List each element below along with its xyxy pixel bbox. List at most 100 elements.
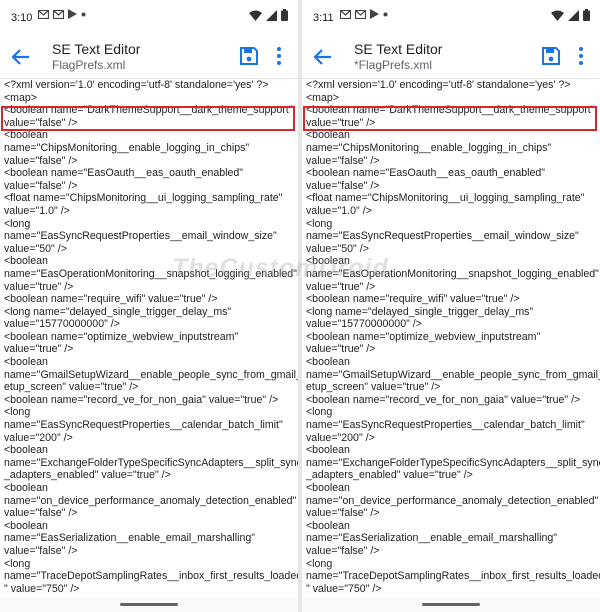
gesture-nav-bar — [302, 597, 600, 612]
signal-icon — [266, 9, 277, 21]
home-handle[interactable] — [422, 603, 480, 606]
xml-line: _adapters_enabled" value="true" /> — [4, 469, 171, 482]
xml-line: name="EasSerialization__enable_email_mar… — [306, 532, 558, 545]
xml-line: <long — [306, 217, 333, 230]
xml-line: name="ExchangeFolderTypeSpecificSyncAdap… — [306, 456, 600, 469]
xml-line: value="false" /> — [306, 154, 380, 167]
file-name: *FlagPrefs.xml — [354, 58, 433, 72]
xml-line: name="ChipsMonitoring__enable_logging_in… — [4, 141, 250, 154]
xml-line: value="false" /> — [306, 544, 380, 557]
dot-icon — [383, 12, 388, 16]
play-icon — [370, 9, 379, 19]
xml-line: <boolean name="require_wifi" value="true… — [4, 293, 218, 306]
xml-line: <boolean — [306, 129, 350, 142]
xml-line: <?xml version='1.0' encoding='utf-8' sta… — [306, 79, 571, 91]
screenshot-before: 3:10 SE Text Editor FlagPrefs.xml <?xml … — [0, 0, 298, 612]
xml-line: <boolean — [4, 482, 48, 494]
xml-line: <?xml version='1.0' encoding='utf-8' sta… — [4, 79, 269, 91]
status-bar: 3:10 — [0, 0, 298, 34]
xml-line: <long name="delayed_single_trigger_delay… — [4, 305, 232, 318]
xml-line: name="ExchangeFolderTypeSpecificSyncAdap… — [4, 456, 298, 469]
system-icons — [249, 9, 288, 21]
xml-line: value="false" /> — [4, 507, 78, 520]
xml-line: name="on_device_performance_anomaly_dete… — [4, 494, 297, 507]
notification-icons — [38, 9, 86, 19]
gesture-nav-bar — [0, 597, 298, 612]
xml-line: <boolean name="EasOauth__eas_oauth_enabl… — [306, 167, 546, 180]
play-icon — [68, 9, 77, 19]
more-options-icon[interactable] — [574, 46, 588, 66]
xml-line: <long — [4, 406, 31, 419]
system-icons — [551, 9, 590, 21]
xml-line: value="false" /> — [4, 154, 78, 167]
app-title: SE Text Editor — [354, 41, 443, 57]
save-icon[interactable] — [542, 47, 560, 65]
xml-line: name="EasSyncRequestProperties__email_wi… — [4, 230, 277, 243]
xml-line: <boolean — [4, 356, 48, 369]
xml-line: value="1.0" /> — [4, 204, 70, 217]
highlight-box — [1, 106, 295, 131]
notification-icons — [340, 9, 388, 19]
xml-line: value="true" /> — [4, 343, 74, 356]
xml-line: name="on_device_performance_anomaly_dete… — [306, 494, 599, 507]
gmail-icon — [53, 9, 64, 19]
xml-line: value="1.0" /> — [306, 204, 372, 217]
xml-line: name="EasSyncRequestProperties__calendar… — [306, 419, 585, 432]
highlight-box — [303, 106, 597, 131]
back-arrow-icon[interactable] — [312, 46, 334, 68]
xml-line: name="GmailSetupWizard__enable_people_sy… — [4, 368, 298, 381]
xml-line: <long — [306, 557, 333, 570]
xml-line: value="200" /> — [306, 431, 375, 444]
xml-line: <boolean — [306, 356, 350, 369]
xml-line: <long — [4, 557, 31, 570]
xml-line: etup_screen" value="true" /> — [4, 381, 139, 394]
xml-line: value="15770000000" /> — [4, 318, 120, 331]
gmail-icon — [38, 9, 49, 19]
text-editor[interactable]: <?xml version='1.0' encoding='utf-8' sta… — [302, 79, 600, 597]
xml-line: <float name="ChipsMonitoring__ui_logging… — [4, 192, 283, 205]
dot-icon — [81, 12, 86, 16]
xml-line: name="ChipsMonitoring__enable_logging_in… — [306, 141, 552, 154]
screenshot-after: 3:11 SE Text Editor *FlagPrefs.xml <?xml… — [302, 0, 600, 612]
xml-line: <boolean name="record_ve_for_non_gaia" v… — [306, 393, 581, 406]
xml-line: name="GmailSetupWizard__enable_people_sy… — [306, 368, 600, 381]
xml-line: <long — [306, 406, 333, 419]
watermark: TheCustomDroid — [172, 254, 389, 282]
status-time: 3:11 — [313, 12, 334, 24]
save-icon[interactable] — [240, 47, 258, 65]
xml-line: <boolean — [4, 519, 48, 532]
xml-line: _adapters_enabled" value="true" /> — [306, 469, 473, 482]
xml-line: <long name="delayed_single_trigger_delay… — [306, 305, 534, 318]
xml-line: value="false" /> — [4, 544, 78, 557]
xml-line: <boolean — [306, 482, 350, 494]
wifi-icon — [551, 10, 564, 21]
signal-icon — [568, 9, 579, 21]
gmail-icon — [355, 9, 366, 19]
more-options-icon[interactable] — [272, 46, 286, 66]
home-handle[interactable] — [120, 603, 178, 606]
xml-line: <boolean — [306, 519, 350, 532]
xml-line: <boolean name="require_wifi" value="true… — [306, 293, 520, 306]
xml-line: value="false" /> — [4, 179, 78, 192]
xml-line: <boolean — [4, 129, 48, 142]
status-time: 3:10 — [11, 12, 33, 24]
xml-line: <boolean name="optimize_webview_inputstr… — [4, 330, 239, 343]
xml-line: value="false" /> — [306, 507, 380, 520]
xml-line: <long — [4, 217, 31, 230]
xml-line: name="TraceDepotSamplingRates__inbox_fir… — [4, 570, 298, 583]
xml-line: <boolean name="EasOauth__eas_oauth_enabl… — [4, 167, 244, 180]
battery-icon — [583, 9, 590, 21]
xml-line: <boolean — [306, 444, 350, 457]
xml-line: <boolean — [4, 444, 48, 457]
app-bar: SE Text Editor *FlagPrefs.xml — [302, 34, 600, 79]
text-editor[interactable]: <?xml version='1.0' encoding='utf-8' sta… — [0, 79, 298, 597]
back-arrow-icon[interactable] — [10, 46, 32, 68]
xml-line: etup_screen" value="true" /> — [306, 381, 441, 394]
xml-line: name="TraceDepotSamplingRates__inbox_fir… — [306, 570, 600, 583]
app-bar: SE Text Editor FlagPrefs.xml — [0, 34, 298, 79]
xml-line: " value="750" /> — [306, 582, 382, 595]
xml-line: name="EasSerialization__enable_email_mar… — [4, 532, 256, 545]
xml-line: value="false" /> — [306, 179, 380, 192]
status-bar: 3:11 — [302, 0, 600, 34]
xml-line: value="true" /> — [306, 343, 376, 356]
